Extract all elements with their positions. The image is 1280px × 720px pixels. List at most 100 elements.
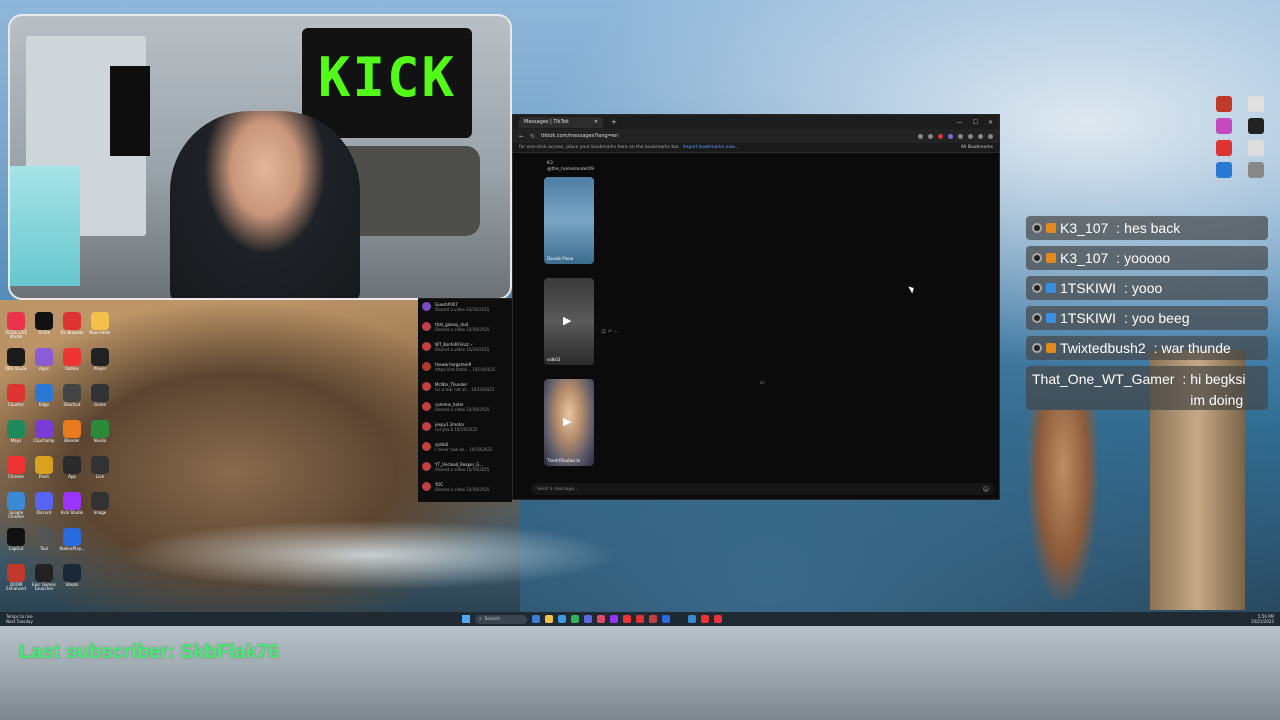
desktop-shortcut[interactable]: Shortcut: [58, 384, 86, 412]
desktop-shortcut[interactable]: Apps: [30, 348, 58, 376]
tab-messages[interactable]: Messages | TikTok ✕: [519, 116, 603, 128]
taskbar-app-icon[interactable]: [532, 615, 540, 623]
desktop-app-icon[interactable]: [1248, 118, 1264, 134]
new-tab-button[interactable]: +: [611, 118, 617, 126]
desktop-shortcut[interactable]: New folder: [86, 312, 114, 340]
desktop-app-icon[interactable]: [1216, 96, 1232, 112]
desktop-app-icon[interactable]: [1216, 162, 1232, 178]
dm-conversation-item[interactable]: thewarriorgamer9 https://int.tiktok... 10…: [418, 359, 512, 379]
extension-icon[interactable]: [948, 133, 953, 139]
extension-icon[interactable]: [938, 133, 943, 139]
desktop-shortcut[interactable]: OBS Studio: [2, 348, 30, 376]
desktop-shortcut[interactable]: Edge: [30, 384, 58, 412]
taskbar-app-icon[interactable]: [714, 615, 722, 623]
desktop-app-icon[interactable]: [1248, 162, 1264, 178]
minimize-icon[interactable]: —: [957, 119, 963, 126]
desktop-shortcut[interactable]: Image: [86, 492, 114, 520]
dm-preview: https://int.tiktok... 10/19/2025: [435, 367, 496, 372]
taskbar-app-icon[interactable]: [623, 615, 631, 623]
reload-icon[interactable]: ↻: [530, 133, 535, 140]
message-input[interactable]: Send a message... ☺: [531, 483, 995, 495]
desktop-shortcut[interactable]: TikTok LIVE Studio: [2, 312, 30, 340]
desktop-shortcut[interactable]: Paint: [30, 456, 58, 484]
taskbar-app-icon[interactable]: [701, 615, 709, 623]
desktop-shortcut[interactable]: RobloxPlay...: [58, 528, 86, 556]
import-bookmarks-link[interactable]: Import bookmarks now...: [683, 145, 739, 150]
desktop-shortcut[interactable]: DOOM Enhanced: [2, 564, 30, 592]
extension-icon[interactable]: [978, 133, 983, 139]
url-field[interactable]: tiktok.com/messages?lang=en: [541, 133, 618, 139]
desktop-shortcut[interactable]: Counter: [2, 384, 30, 412]
menu-icon[interactable]: [988, 133, 993, 139]
desktop-shortcut[interactable]: Tool: [30, 528, 58, 556]
app-icon: [35, 456, 53, 474]
desktop-shortcut[interactable]: Maps: [2, 420, 30, 448]
desktop-shortcut[interactable]: Blender: [58, 420, 86, 448]
dm-conversation-item[interactable]: McWar_Thunder Go a war not at... 10/19/20…: [418, 379, 512, 399]
desktop-shortcut[interactable]: App: [58, 456, 86, 484]
desktop-app-icon[interactable]: [1248, 96, 1264, 112]
desktop-shortcut[interactable]: Roblox: [58, 348, 86, 376]
windows-start-icon[interactable]: [462, 615, 470, 623]
play-icon[interactable]: ▶: [563, 415, 571, 428]
desktop-shortcut[interactable]: Live: [86, 456, 114, 484]
extension-icon[interactable]: [968, 133, 973, 139]
taskbar-app-icon[interactable]: [571, 615, 579, 623]
taskbar-app-icon[interactable]: [597, 615, 605, 623]
dm-conversation-item[interactable]: commie_hater Shared a video 10/19/2025: [418, 399, 512, 419]
taskbar-app-icon[interactable]: [610, 615, 618, 623]
taskbar-app-icon[interactable]: [636, 615, 644, 623]
app-icon: [91, 528, 109, 546]
dm-conversation-item[interactable]: zyhib0 I never saw an... 10/19/2025: [418, 439, 512, 459]
back-icon[interactable]: ←: [519, 133, 524, 140]
shared-video-card[interactable]: ▶ vidk03: [544, 278, 594, 365]
desktop-shortcut[interactable]: Nvidia: [86, 420, 114, 448]
extension-icon[interactable]: [928, 133, 933, 139]
taskbar-app-icon[interactable]: [545, 615, 553, 623]
desktop-shortcut[interactable]: Discord: [30, 492, 58, 520]
dm-conversation-item[interactable]: YOC Shared a video 10/19/2025: [418, 479, 512, 499]
taskbar-app-icon[interactable]: [662, 615, 670, 623]
desktop-shortcut[interactable]: TikTok: [30, 312, 58, 340]
taskbar-app-icon[interactable]: [558, 615, 566, 623]
taskbar-app-icon[interactable]: [675, 615, 683, 623]
desktop-shortcut[interactable]: Epic Games Launcher: [30, 564, 58, 592]
weather-widget[interactable]: Temps to rise Next Tuesday: [6, 614, 33, 624]
all-bookmarks-button[interactable]: All Bookmarks: [961, 145, 993, 150]
reply-icon[interactable]: ↶: [608, 329, 612, 335]
desktop-shortcut[interactable]: Steam: [58, 564, 86, 592]
desktop-shortcut[interactable]: Clipchamp: [30, 420, 58, 448]
taskbar-app-icon[interactable]: [688, 615, 696, 623]
shared-video-card[interactable]: ▶ TheArtStudios.tv: [544, 379, 594, 466]
extension-icon[interactable]: [918, 133, 923, 139]
dm-conversation-item[interactable]: jeepy1.3motor Lol yea 8 10/19/2025: [418, 419, 512, 439]
maximize-icon[interactable]: ☐: [973, 119, 978, 126]
close-window-icon[interactable]: ✕: [988, 119, 993, 126]
dm-conversation-item[interactable]: YT_Unclead_Reaper_G... Shared a video 10/…: [418, 459, 512, 479]
desktop-shortcut[interactable]: Tor Browser: [58, 312, 86, 340]
close-icon[interactable]: ✕: [594, 119, 598, 125]
system-clock[interactable]: 5:56 PM 10/21/2025: [1251, 614, 1274, 624]
desktop-shortcut[interactable]: CapCut: [2, 528, 30, 556]
desktop-shortcut[interactable]: Player: [86, 348, 114, 376]
desktop-app-icon[interactable]: [1216, 118, 1232, 134]
extension-icon[interactable]: [958, 133, 963, 139]
chat-user-handle[interactable]: @the_homelander09: [547, 167, 594, 173]
desktop-app-icon[interactable]: [1216, 140, 1232, 156]
desktop-shortcut[interactable]: Kick Studio: [58, 492, 86, 520]
shared-video-card[interactable]: Davide Pinea: [544, 177, 594, 264]
dm-conversation-item[interactable]: Guest#007 Shared a video 10/19/2025: [418, 299, 512, 319]
desktop-shortcut[interactable]: Google Chrome: [2, 492, 30, 520]
taskbar-app-icon[interactable]: [584, 615, 592, 623]
desktop-shortcut[interactable]: Game: [86, 384, 114, 412]
desktop-shortcut[interactable]: Chrome: [2, 456, 30, 484]
emoji-icon[interactable]: ☺: [601, 329, 606, 335]
taskbar-search[interactable]: ⌕ Search: [475, 614, 527, 624]
more-icon[interactable]: ⋯: [614, 329, 619, 335]
dm-conversation-item[interactable]: that_galaxy_dud Shared a video 10/19/2025: [418, 319, 512, 339]
desktop-app-icon[interactable]: [1248, 140, 1264, 156]
play-icon[interactable]: ▶: [563, 314, 571, 327]
taskbar-app-icon[interactable]: [649, 615, 657, 623]
emoji-picker-icon[interactable]: ☺: [983, 486, 989, 493]
dm-conversation-item[interactable]: WT_KonfoRFlinzz ✓ Shared a video 10/19/20…: [418, 339, 512, 359]
